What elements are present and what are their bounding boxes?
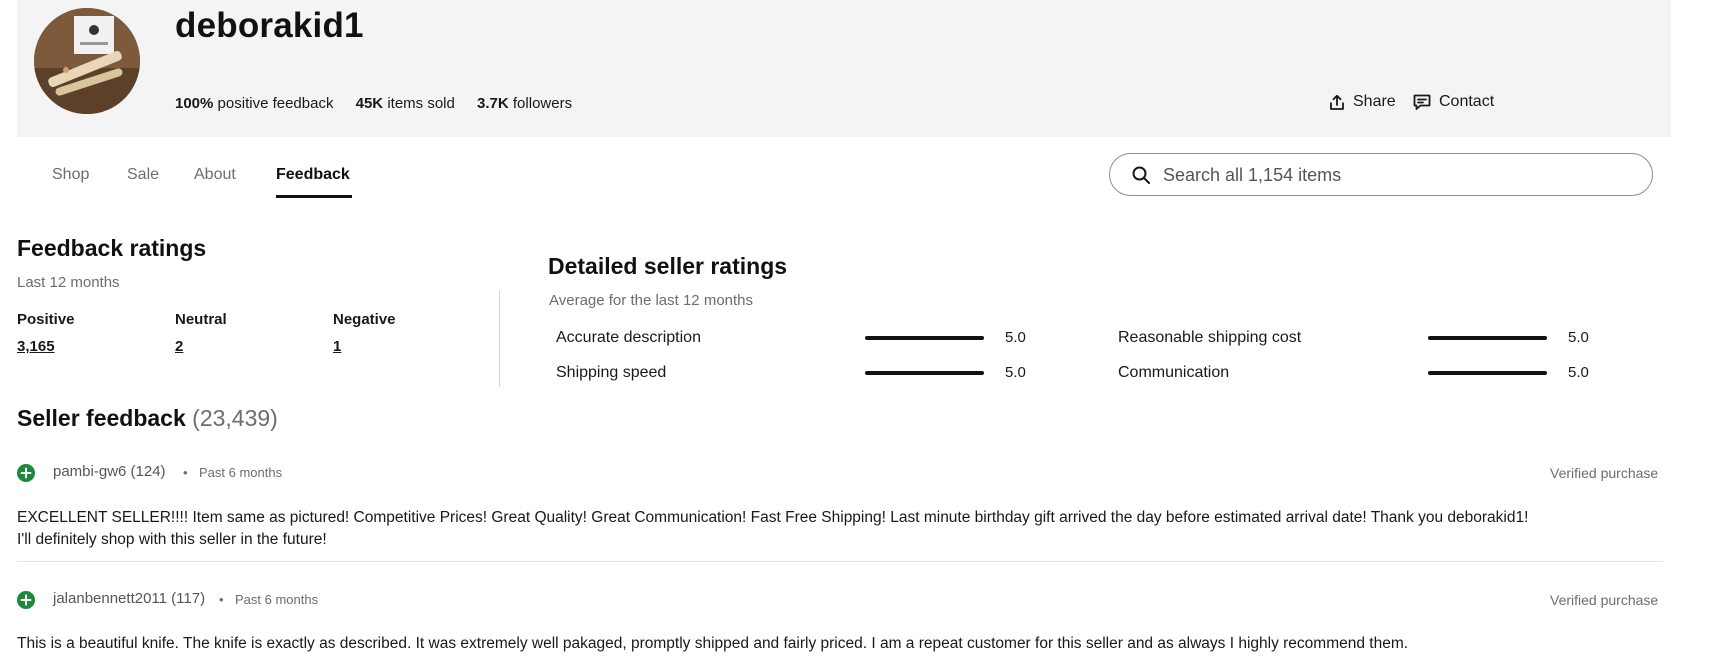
neutral-count-link[interactable]: 2 <box>175 338 183 355</box>
feedback-ratings-period: Last 12 months <box>17 274 120 291</box>
seller-feedback-count: (23,439) <box>192 405 278 431</box>
rating-score-shipping-speed: 5.0 <box>1005 364 1026 381</box>
seller-feedback-title: Seller feedback (23,439) <box>17 405 278 432</box>
section-divider <box>499 290 500 387</box>
tab-sale[interactable]: Sale <box>127 166 159 184</box>
rating-bar-accurate-description <box>865 336 984 340</box>
search-input[interactable] <box>1163 160 1633 190</box>
positive-count-link[interactable]: 3,165 <box>17 338 55 355</box>
verified-purchase-label: Verified purchase <box>1550 465 1659 481</box>
feedback-comment-line: EXCELLENT SELLER!!!! Item same as pictur… <box>17 509 1529 526</box>
tab-about[interactable]: About <box>194 166 236 184</box>
feedback-comment-line: I'll definitely shop with this seller in… <box>17 531 327 548</box>
contact-label: Contact <box>1439 93 1495 110</box>
seller-avatar[interactable] <box>34 8 140 114</box>
positive-rating-icon <box>17 464 35 482</box>
rating-label-communication: Communication <box>1118 364 1230 381</box>
tab-feedback[interactable]: Feedback <box>276 166 350 184</box>
rating-bar-communication <box>1428 371 1547 375</box>
feedback-user[interactable]: jalanbennett2011 (117) <box>53 590 205 607</box>
positive-rating-icon <box>17 591 35 609</box>
rating-score-communication: 5.0 <box>1568 364 1589 381</box>
tab-shop[interactable]: Shop <box>52 166 89 184</box>
rating-bar-shipping-speed <box>865 371 984 375</box>
feedback-comment: This is a beautiful knife. The knife is … <box>17 633 1662 655</box>
rating-label-shipping-speed: Shipping speed <box>556 364 667 381</box>
message-icon <box>1413 94 1431 111</box>
negative-label: Negative <box>333 311 396 328</box>
neutral-label: Neutral <box>175 311 227 328</box>
stat-followers: 3.7K followers <box>477 95 573 112</box>
seller-stats: 100% positive feedback 45K items sold 3.… <box>175 95 590 112</box>
feedback-time: Past 6 months <box>199 465 283 480</box>
contact-button[interactable]: Contact <box>1413 93 1494 111</box>
negative-count-link[interactable]: 1 <box>333 338 341 355</box>
seller-feedback-heading: Seller feedback <box>17 405 186 431</box>
share-icon <box>1329 94 1345 111</box>
feedback-user[interactable]: pambi-gw6 (124) <box>53 463 166 480</box>
stat-items-sold: 45K items sold <box>355 95 455 112</box>
feedback-comment-line: This is a beautiful knife. The knife is … <box>17 635 1409 652</box>
feedback-divider <box>17 561 1662 562</box>
positive-label: Positive <box>17 311 75 328</box>
share-label: Share <box>1353 93 1396 110</box>
stat-positive-feedback: 100% positive feedback <box>175 95 334 112</box>
detailed-ratings-title: Detailed seller ratings <box>548 253 788 279</box>
active-tab-indicator <box>276 195 352 198</box>
rating-label-shipping-cost: Reasonable shipping cost <box>1118 329 1302 346</box>
feedback-time: Past 6 months <box>235 592 319 607</box>
share-button[interactable]: Share <box>1329 93 1396 111</box>
rating-bar-shipping-cost <box>1428 336 1547 340</box>
seller-name: deborakid1 <box>175 6 364 45</box>
rating-label-accurate-description: Accurate description <box>556 329 701 346</box>
feedback-separator: • <box>219 592 224 607</box>
rating-score-shipping-cost: 5.0 <box>1568 329 1589 346</box>
feedback-separator: • <box>183 465 188 480</box>
feedback-comment: EXCELLENT SELLER!!!! Item same as pictur… <box>17 507 1662 551</box>
detailed-ratings-period: Average for the last 12 months <box>549 292 754 309</box>
search-icon <box>1131 165 1151 190</box>
rating-score-accurate-description: 5.0 <box>1005 329 1026 346</box>
feedback-ratings-title: Feedback ratings <box>17 235 207 261</box>
verified-purchase-label: Verified purchase <box>1550 592 1659 608</box>
